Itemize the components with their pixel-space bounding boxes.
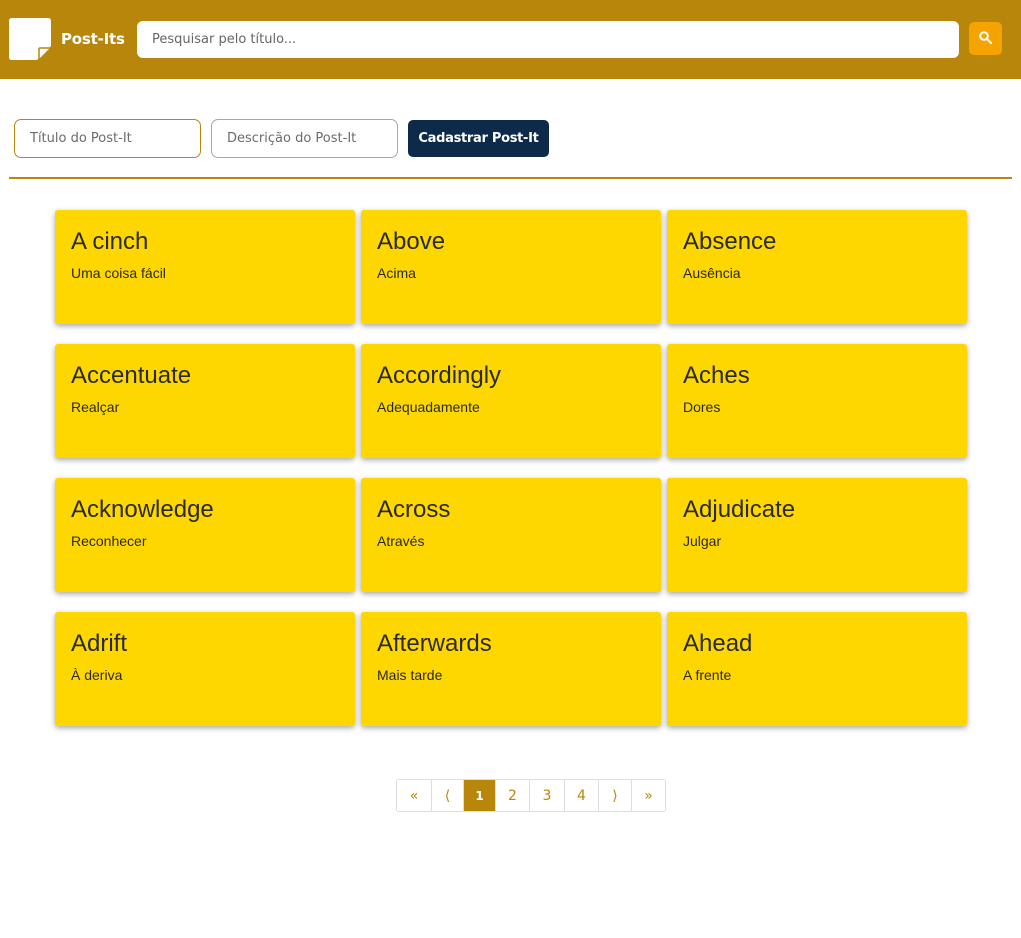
post-it-description: Uma coisa fácil <box>71 265 166 281</box>
post-it-title: Adjudicate <box>683 496 796 523</box>
post-it-icon[interactable] <box>9 18 53 62</box>
submit-post-it-button[interactable]: Cadastrar Post-It <box>408 120 549 157</box>
post-it-card[interactable]: Adjudicate Julgar <box>667 478 967 592</box>
post-it-card[interactable]: Accentuate Realçar <box>55 344 355 458</box>
post-it-card[interactable]: Across Através <box>361 478 661 592</box>
post-it-title: A cinch <box>71 228 149 255</box>
post-it-card[interactable]: Ahead A frente <box>667 612 967 726</box>
post-it-title: Acknowledge <box>71 496 214 523</box>
description-input[interactable] <box>211 119 398 158</box>
post-it-card[interactable]: Accordingly Adequadamente <box>361 344 661 458</box>
post-it-description: Acima <box>377 265 416 281</box>
page-button-1[interactable]: 1 <box>464 780 496 811</box>
post-it-title: Aches <box>683 362 750 389</box>
post-it-title: Ahead <box>683 630 753 657</box>
post-it-title: Afterwards <box>377 630 492 657</box>
pagination: « ⟨ 1 2 3 4 ⟩ » <box>396 779 666 812</box>
page-button-4[interactable]: 4 <box>565 780 599 811</box>
last-page-button[interactable]: » <box>632 780 665 811</box>
top-bar: Post-Its <box>0 0 1021 79</box>
page-button-3[interactable]: 3 <box>530 780 565 811</box>
first-page-button[interactable]: « <box>397 780 432 811</box>
title-input[interactable] <box>14 119 201 158</box>
post-it-description: Reconhecer <box>71 533 147 549</box>
post-it-card[interactable]: Absence Ausência <box>667 210 967 324</box>
post-it-title: Accordingly <box>377 362 502 389</box>
post-it-description: Ausência <box>683 265 741 281</box>
post-it-description: Julgar <box>683 533 722 549</box>
post-it-title: Adrift <box>71 630 128 657</box>
prev-page-button[interactable]: ⟨ <box>432 780 464 811</box>
post-it-title: Absence <box>683 228 777 255</box>
post-it-description: À deriva <box>71 667 123 683</box>
brand-title[interactable]: Post-Its <box>61 30 125 48</box>
post-it-description: Através <box>377 533 425 549</box>
post-it-title: Across <box>377 496 451 523</box>
post-it-card[interactable]: Aches Dores <box>667 344 967 458</box>
search-input[interactable] <box>137 21 959 58</box>
post-it-card[interactable]: Afterwards Mais tarde <box>361 612 661 726</box>
next-page-button[interactable]: ⟩ <box>599 780 632 811</box>
divider <box>9 177 1012 179</box>
post-it-description: Mais tarde <box>377 667 443 683</box>
post-it-description: Adequadamente <box>377 399 480 415</box>
post-it-description: Realçar <box>71 399 120 415</box>
post-it-grid: A cinch Uma coisa fácil Above Acima Abse… <box>55 210 967 726</box>
post-it-title: Above <box>377 228 446 255</box>
post-it-description: Dores <box>683 399 721 415</box>
post-it-card[interactable]: Above Acima <box>361 210 661 324</box>
page-button-2[interactable]: 2 <box>496 780 530 811</box>
post-it-description: A frente <box>683 667 732 683</box>
search-icon <box>979 31 992 44</box>
post-it-card[interactable]: Adrift À deriva <box>55 612 355 726</box>
post-it-title: Accentuate <box>71 362 192 389</box>
post-it-card[interactable]: A cinch Uma coisa fácil <box>55 210 355 324</box>
search-button[interactable] <box>969 22 1002 55</box>
post-it-card[interactable]: Acknowledge Reconhecer <box>55 478 355 592</box>
